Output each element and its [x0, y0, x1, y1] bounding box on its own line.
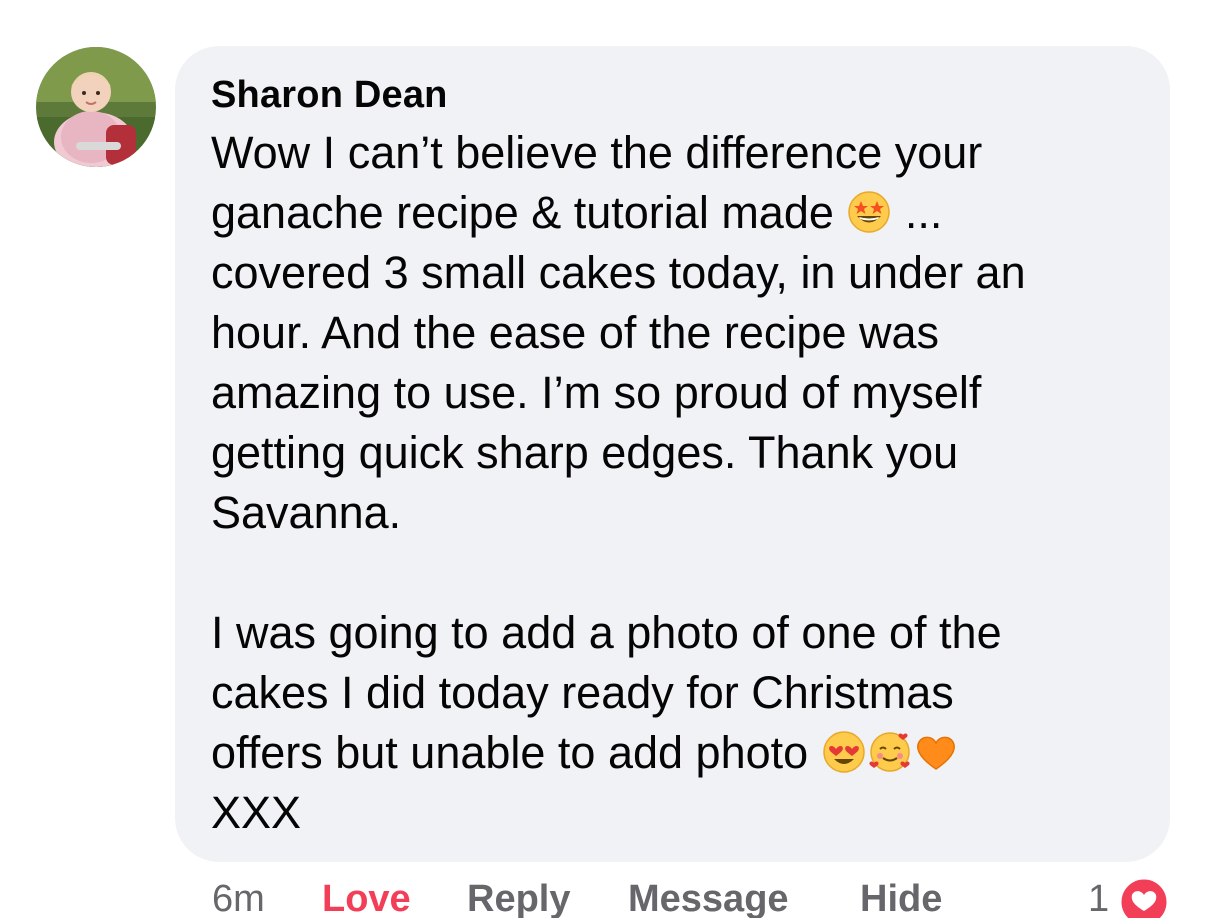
comment-actions: 6m Love Reply Message Hide 1	[0, 872, 1206, 918]
comment-timestamp[interactable]: 6m	[212, 878, 265, 918]
heart-eyes-emoji	[821, 729, 867, 775]
paragraph-break	[211, 543, 1161, 603]
comment-line: XXX	[211, 787, 302, 838]
comment-line: hour. And the ease of the recipe was	[211, 307, 939, 358]
comment-line: covered 3 small cakes today, in under an	[211, 247, 1026, 298]
reply-button[interactable]: Reply	[467, 878, 570, 918]
avatar-photo-child	[36, 47, 156, 167]
comment-line-text: offers but unable to add photo	[211, 727, 809, 778]
comment-line-text: ganache recipe & tutorial made	[211, 187, 834, 238]
comment-line: ganache recipe & tutorial made ...	[211, 183, 1161, 243]
reaction-count[interactable]: 1	[1088, 878, 1109, 918]
comment-line: amazing to use. I’m so proud of myself	[211, 367, 982, 418]
message-button[interactable]: Message	[628, 878, 789, 918]
avatar[interactable]	[36, 47, 156, 167]
comment-line-text: ...	[904, 187, 943, 238]
comment-line: Savanna.	[211, 487, 402, 538]
comment-line: I was going to add a photo of one of the	[211, 607, 1002, 658]
smiling-face-with-hearts-emoji	[867, 729, 913, 775]
comment-line: Wow I can’t believe the difference your	[211, 127, 983, 178]
comment-author[interactable]: Sharon Dean	[211, 74, 448, 117]
comment-line: offers but unable to add photo	[211, 723, 1161, 783]
orange-heart-emoji	[913, 729, 959, 775]
comment-line: getting quick sharp edges. Thank you	[211, 427, 959, 478]
comment-bubble: Sharon Dean Wow I can’t believe the diff…	[175, 46, 1170, 862]
love-button[interactable]: Love	[322, 878, 411, 918]
love-reaction-icon[interactable]	[1118, 876, 1170, 918]
comment-line: cakes I did today ready for Christmas	[211, 667, 954, 718]
hide-button[interactable]: Hide	[860, 878, 942, 918]
star-struck-emoji	[846, 189, 892, 235]
comment-row: Sharon Dean Wow I can’t believe the diff…	[0, 0, 1206, 918]
comment-text: Wow I can’t believe the difference your …	[211, 123, 1161, 843]
